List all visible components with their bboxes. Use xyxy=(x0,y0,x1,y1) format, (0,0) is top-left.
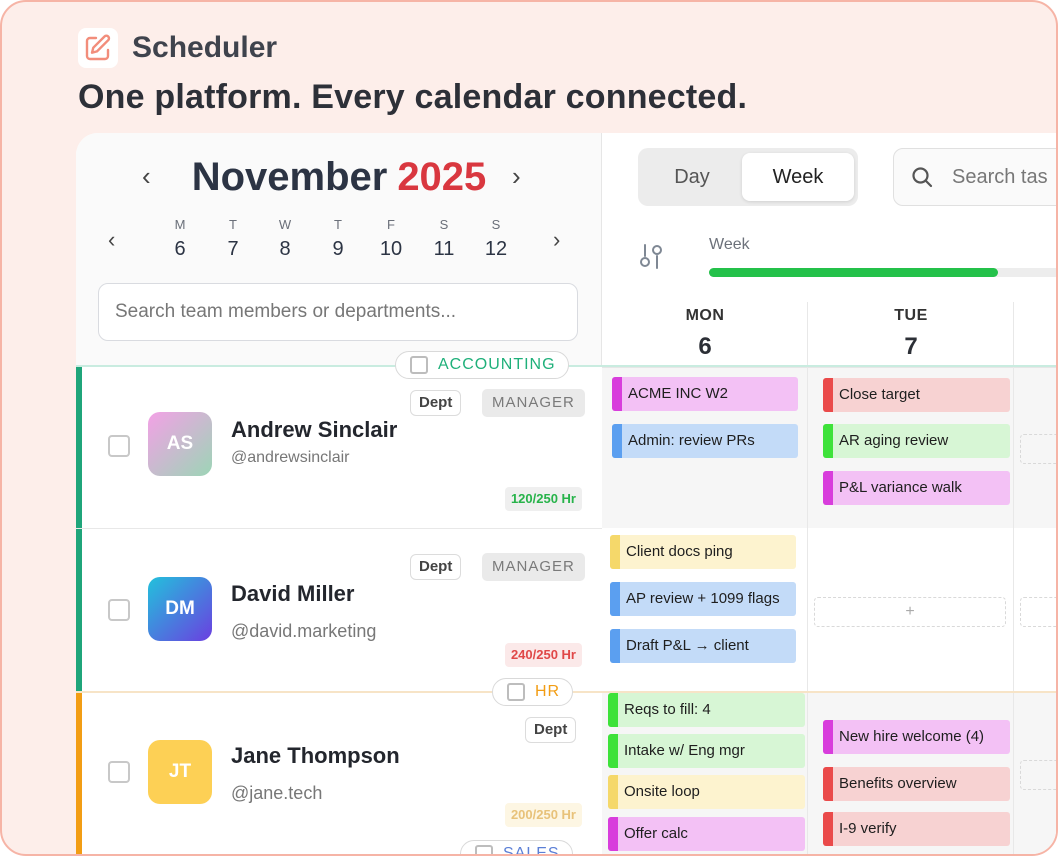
view-day-button[interactable]: Day xyxy=(644,153,740,201)
task-search xyxy=(893,148,1056,206)
group-pill-sales[interactable]: SALES xyxy=(460,840,573,856)
task-card[interactable]: Admin: review PRs xyxy=(612,424,798,458)
scheduler-panel: ‹ November 2025 › ‹ M6 T7 W8 T9 F 10 S 11 S… xyxy=(76,133,1056,856)
group-checkbox[interactable] xyxy=(507,683,525,701)
column-header-mon: MON 6 xyxy=(602,302,808,368)
search-icon xyxy=(912,167,933,188)
empty-slot[interactable] xyxy=(1020,760,1056,790)
brand: Scheduler xyxy=(78,28,277,68)
day-mon[interactable]: M6 xyxy=(160,217,200,261)
member-row-david[interactable]: DM David Miller @david.marketing Dept MA… xyxy=(76,529,602,692)
empty-slot[interactable] xyxy=(1020,597,1056,627)
column-header-tue: TUE 7 xyxy=(808,302,1014,368)
task-card[interactable]: AP review + 1099 flags xyxy=(610,582,796,616)
add-task-slot[interactable]: + xyxy=(814,597,1006,627)
tagline: One platform. Every calendar connected. xyxy=(78,78,748,116)
dept-tag: Dept xyxy=(410,390,462,416)
member-handle: @andrewsinclair xyxy=(231,449,350,466)
day-wed[interactable]: W8 xyxy=(265,217,305,261)
prev-week-chevron-icon[interactable]: ‹ xyxy=(108,227,115,253)
task-card[interactable]: Benefits overview xyxy=(823,767,1010,801)
task-search-input[interactable] xyxy=(952,165,1056,189)
role-tag: MANAGER xyxy=(482,389,585,417)
group-label: SALES xyxy=(503,845,560,856)
column-header-wed xyxy=(1014,302,1056,368)
member-row-andrew[interactable]: AS Andrew Sinclair @andrewsinclair Dept … xyxy=(76,367,602,529)
avatar: AS xyxy=(148,412,212,476)
month-navigator: ‹ November 2025 › xyxy=(76,155,602,200)
week-progress-fill xyxy=(709,268,998,277)
task-card[interactable]: New hire welcome (4) xyxy=(823,720,1010,754)
task-card[interactable]: Client docs ping xyxy=(610,535,796,569)
group-checkbox[interactable] xyxy=(410,356,428,374)
member-search-input[interactable] xyxy=(98,283,578,341)
month-title: November 2025 xyxy=(192,155,487,200)
day-fri[interactable]: F 10 xyxy=(371,217,411,261)
member-name: David Miller xyxy=(231,581,355,606)
app-name: Scheduler xyxy=(132,31,278,64)
month-name: November xyxy=(191,155,388,199)
filter-sliders-icon[interactable] xyxy=(636,241,666,276)
view-toggle: Day Week xyxy=(638,148,858,206)
view-week-button[interactable]: Week xyxy=(742,153,854,201)
group-pill-accounting[interactable]: ACCOUNTING xyxy=(395,351,569,379)
member-name: Jane Thompson xyxy=(231,743,400,768)
day-tue[interactable]: T7 xyxy=(213,217,253,261)
year: 2025 xyxy=(397,155,487,199)
member-row-jane[interactable]: JT Jane Thompson @jane.tech Dept 200/250… xyxy=(76,693,602,854)
avatar: DM xyxy=(148,577,212,641)
next-month-chevron-icon[interactable]: › xyxy=(512,161,521,192)
row-checkbox[interactable] xyxy=(108,761,130,783)
dept-tag: Dept xyxy=(410,554,462,580)
hours-badge: 240/250 Hr xyxy=(504,643,582,667)
day-sat[interactable]: S 11 xyxy=(424,217,464,261)
prev-month-chevron-icon[interactable]: ‹ xyxy=(142,161,151,192)
empty-slot[interactable] xyxy=(1020,434,1056,464)
group-pill-hr[interactable]: HR xyxy=(492,678,574,706)
task-card[interactable]: Intake w/ Eng mgr xyxy=(608,734,805,768)
task-card[interactable]: Onsite loop xyxy=(608,775,805,809)
group-checkbox[interactable] xyxy=(475,845,493,854)
task-card[interactable]: Draft P&L → client xyxy=(610,629,796,663)
app-frame: Scheduler One platform. Every calendar c… xyxy=(0,0,1058,856)
avatar: JT xyxy=(148,740,212,804)
task-card[interactable]: AR aging review xyxy=(823,424,1010,458)
row-checkbox[interactable] xyxy=(108,435,130,457)
task-card[interactable]: Reqs to fill: 4 xyxy=(608,693,805,727)
task-card[interactable]: P&L variance walk xyxy=(823,471,1010,505)
member-handle: @david.marketing xyxy=(231,621,377,641)
hours-badge: 200/250 Hr xyxy=(504,803,582,827)
dept-tag: Dept xyxy=(525,717,577,743)
hours-badge: 120/250 Hr xyxy=(504,487,582,511)
week-progress-bar xyxy=(709,268,1056,277)
day-thu[interactable]: T9 xyxy=(318,217,358,261)
day-sun[interactable]: S 12 xyxy=(476,217,516,261)
week-progress-label: Week xyxy=(709,236,750,253)
group-label: HR xyxy=(535,683,561,700)
task-card[interactable]: ACME INC W2 xyxy=(612,377,798,411)
task-card[interactable]: I-9 verify xyxy=(823,812,1010,846)
role-tag: MANAGER xyxy=(482,553,585,581)
row-checkbox[interactable] xyxy=(108,599,130,621)
next-week-chevron-icon[interactable]: › xyxy=(553,227,560,253)
edit-icon xyxy=(78,28,118,68)
member-name: Andrew Sinclair xyxy=(231,417,398,442)
group-label: ACCOUNTING xyxy=(438,356,556,373)
member-handle: @jane.tech xyxy=(231,783,323,803)
task-card[interactable]: Close target xyxy=(823,378,1010,412)
task-card[interactable]: Offer calc xyxy=(608,817,805,851)
